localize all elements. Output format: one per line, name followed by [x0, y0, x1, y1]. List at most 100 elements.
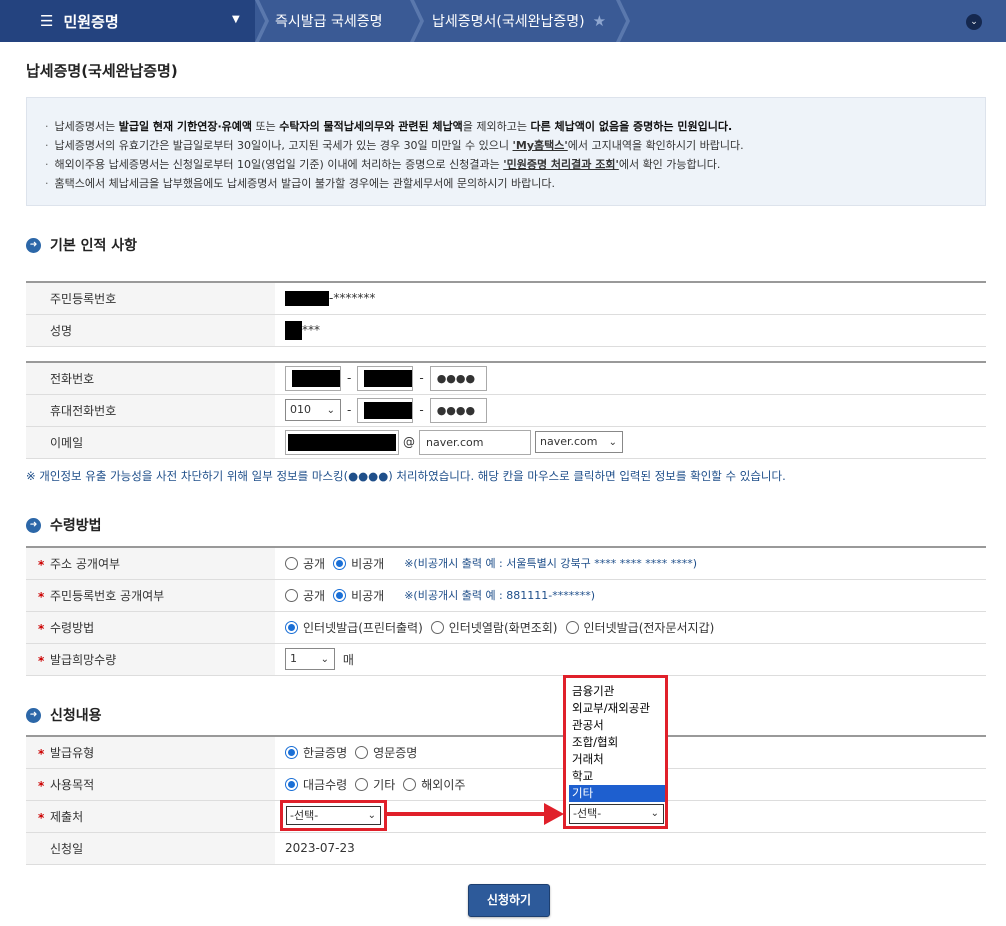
- phone-value: - - ●●●●: [275, 362, 986, 395]
- application-table: * 발급유형 한글증명 영문증명 * 사용목적 대금수령 기타 해외이주 * 제출처 신청일…: [26, 735, 986, 865]
- main-menu-button[interactable]: ☰ 민원증명 ▼: [0, 0, 255, 42]
- section-basic-info: ➜ 기본 인적 사항: [26, 235, 137, 255]
- email-value: @ naver.com naver.com ⌄: [275, 426, 986, 459]
- mobile-mid-input[interactable]: [357, 397, 414, 423]
- section-title: 수령방법: [50, 518, 102, 534]
- dropdown-option[interactable]: 거래처: [569, 751, 665, 768]
- red-arrow-annotation: [386, 803, 564, 825]
- receive-method-value: 인터넷발급(프린터출력) 인터넷열람(화면조회) 인터넷발급(전자문서지갑): [275, 611, 986, 644]
- submit-to-select[interactable]: -선택- ⌄: [286, 806, 381, 825]
- method-view-radio[interactable]: 인터넷열람(화면조회): [430, 619, 558, 636]
- purpose-other-radio[interactable]: 기타: [355, 776, 395, 793]
- required-mark: *: [38, 621, 45, 636]
- quantity-label: 발급희망수량: [50, 652, 117, 667]
- purpose-emigration-radio[interactable]: 해외이주: [403, 776, 465, 793]
- rrn-disclosure-value: 공개 비공개 ※(비공개시 출력 예 : 881111-*******): [275, 579, 986, 612]
- dropdown-option[interactable]: 학교: [569, 768, 665, 785]
- required-mark: *: [38, 778, 45, 793]
- apply-submit-button[interactable]: 신청하기: [468, 884, 550, 917]
- my-hometax-link[interactable]: 'My홈택스': [513, 139, 568, 152]
- notice-box: 납세증명서는 발급일 현재 기한연장·유예액 또는 수탁자의 물적납세의무와 관…: [26, 97, 986, 206]
- type-korean-radio[interactable]: 한글증명: [285, 744, 347, 761]
- notice-item: 납세증명서의 유효기간은 발급일로부터 30일이나, 고지된 국세가 있는 경우…: [45, 136, 985, 155]
- chevron-down-icon: ⌄: [320, 654, 329, 665]
- phone-area-input[interactable]: [285, 365, 341, 391]
- email-label: 이메일: [26, 426, 275, 459]
- notice-item: 해외이주용 납세증명서는 신청일로부터 10일(영업일 기준) 이내에 처리하는…: [45, 155, 985, 174]
- star-icon[interactable]: ★: [593, 12, 606, 30]
- phone-mid-input[interactable]: [357, 365, 414, 391]
- notice-item: 납세증명서는 발급일 현재 기한연장·유예액 또는 수탁자의 물적납세의무와 관…: [45, 117, 985, 136]
- dropdown-option[interactable]: 관공서: [569, 717, 665, 734]
- submit-to-options-list: 금융기관 외교부/재외공관 관공서 조합/협회 거래처 학교 기타: [569, 683, 665, 802]
- apply-date-label: 신청일: [26, 832, 275, 865]
- phone-label: 전화번호: [26, 362, 275, 395]
- chevron-down-icon[interactable]: ⌄: [966, 14, 982, 30]
- basic-info-table: 주민등록번호 -******* 성명 ***: [26, 281, 986, 347]
- hamburger-icon: ☰: [40, 12, 54, 30]
- required-mark: *: [38, 810, 45, 825]
- arrow-right-icon: ➜: [26, 237, 41, 253]
- result-lookup-link[interactable]: '민원증명 처리결과 조회': [503, 158, 619, 171]
- submit-to-select-open[interactable]: -선택- ⌄: [569, 804, 664, 824]
- mobile-last-input[interactable]: ●●●●: [429, 397, 487, 423]
- section-title: 기본 인적 사항: [50, 238, 138, 254]
- contact-table: 전화번호 - - ●●●● 휴대전화번호 010 ⌄ - - ●●●● 이메일 @ naver…: [26, 361, 986, 459]
- section-receive-method: ➜ 수령방법: [26, 515, 102, 535]
- dropdown-option[interactable]: 금융기관: [569, 683, 665, 700]
- address-disclosure-value: 공개 비공개 ※(비공개시 출력 예 : 서울특별시 강북구 **** **** *…: [275, 547, 986, 580]
- rrn-open-radio[interactable]: 공개: [285, 587, 325, 604]
- issue-type-label: 발급유형: [50, 745, 95, 760]
- breadcrumb-item-instant-issue[interactable]: 즉시발급 국세증명: [275, 0, 383, 42]
- mobile-prefix-select[interactable]: 010 ⌄: [285, 399, 341, 421]
- required-mark: *: [38, 747, 45, 761]
- breadcrumb-label: 즉시발급 국세증명: [275, 14, 383, 30]
- submit-to-highlight: -선택- ⌄: [280, 800, 387, 831]
- chevron-down-icon: ⌄: [367, 810, 376, 821]
- email-id-input[interactable]: [285, 429, 399, 455]
- email-domain-input[interactable]: naver.com: [419, 429, 531, 455]
- arrow-right-icon: ➜: [26, 707, 41, 723]
- required-mark: *: [38, 653, 45, 668]
- rrn-label: 주민등록번호: [26, 282, 275, 315]
- breadcrumb-separator: [616, 0, 630, 42]
- email-domain-select[interactable]: naver.com ⌄: [535, 431, 623, 453]
- phone-last-input[interactable]: ●●●●: [429, 365, 487, 391]
- mobile-label: 휴대전화번호: [26, 394, 275, 427]
- method-print-radio[interactable]: 인터넷발급(프린터출력): [285, 619, 423, 636]
- rrn-value: -*******: [275, 282, 986, 315]
- chevron-down-icon: ⌄: [326, 405, 335, 416]
- chevron-down-icon: ⌄: [608, 437, 617, 448]
- receive-method-label: 수령방법: [50, 620, 95, 635]
- dropdown-option[interactable]: 조합/협회: [569, 734, 665, 751]
- receive-table: * 주소 공개여부 공개 비공개 ※(비공개시 출력 예 : 서울특별시 강북구 **…: [26, 546, 986, 676]
- breadcrumb-label: 납세증명서(국세완납증명): [432, 14, 585, 30]
- apply-date-value: 2023-07-23: [275, 832, 986, 865]
- main-menu-label: 민원증명: [63, 12, 119, 31]
- required-mark: *: [38, 589, 45, 604]
- arrow-right-icon: ➜: [26, 517, 41, 533]
- quantity-unit: 매: [342, 652, 354, 667]
- purpose-payment-radio[interactable]: 대금수령: [285, 776, 347, 793]
- required-mark: *: [38, 558, 45, 572]
- section-title: 신청내용: [50, 708, 102, 724]
- breadcrumb-separator: [255, 0, 269, 42]
- dropdown-option[interactable]: 기타: [569, 785, 665, 802]
- quantity-select[interactable]: 1 ⌄: [285, 648, 335, 670]
- breadcrumb-item-tax-certificate[interactable]: 납세증명서(국세완납증명) ★: [432, 0, 606, 42]
- address-hint: ※(비공개시 출력 예 : 서울특별시 강북구 **** **** **** *…: [404, 557, 697, 571]
- address-open-radio[interactable]: 공개: [285, 555, 325, 572]
- method-wallet-radio[interactable]: 인터넷발급(전자문서지갑): [565, 619, 714, 636]
- address-closed-radio[interactable]: 비공개: [333, 555, 384, 572]
- notice-item: 홈택스에서 체납세금을 납부했음에도 납세증명서 발급이 불가할 경우에는 관할…: [45, 174, 985, 193]
- type-english-radio[interactable]: 영문증명: [355, 744, 417, 761]
- submit-to-dropdown-highlight: 금융기관 외교부/재외공관 관공서 조합/협회 거래처 학교 기타 -선택- ⌄: [563, 675, 668, 829]
- dropdown-option[interactable]: 외교부/재외공관: [569, 700, 665, 717]
- caret-down-icon: ▼: [232, 14, 240, 25]
- mobile-value: 010 ⌄ - - ●●●●: [275, 394, 986, 427]
- top-nav: ☰ 민원증명 ▼ 즉시발급 국세증명 납세증명서(국세완납증명) ★ ⌄: [0, 0, 1006, 42]
- rrn-hint: ※(비공개시 출력 예 : 881111-*******): [404, 589, 596, 602]
- rrn-disclosure-label: 주민등록번호 공개여부: [50, 588, 165, 603]
- masked-block: [285, 290, 329, 306]
- rrn-closed-radio[interactable]: 비공개: [333, 587, 384, 604]
